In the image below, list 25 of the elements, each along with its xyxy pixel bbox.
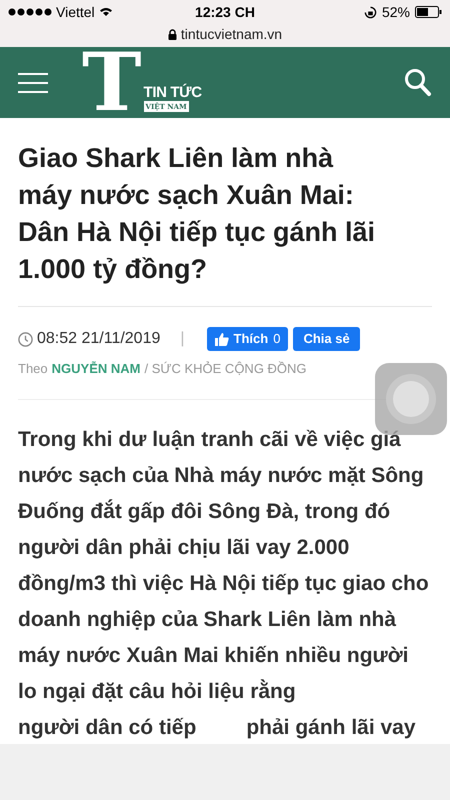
lock-icon [168, 29, 177, 40]
author-link[interactable]: NGUYỄN NAM [52, 359, 140, 378]
url-text[interactable]: tintucvietnam.vn [180, 24, 282, 45]
lead-text: phải gánh lãi vay [246, 714, 416, 740]
like-button[interactable]: Thích 0 [206, 327, 288, 351]
logo-letter[interactable]: T [82, 50, 142, 112]
clock-time: 12:23 CH [194, 2, 256, 22]
meta-separator: | [180, 329, 185, 349]
category-link[interactable]: / SỨC KHỎE CỘNG ĐỒNG [144, 359, 307, 378]
wifi-icon [98, 7, 113, 17]
share-button[interactable]: Chia sẻ [293, 327, 360, 351]
carrier-name: Viettel [56, 2, 95, 22]
publish-time: 08:52 21/11/2019 [37, 329, 160, 349]
rotation-lock-icon [364, 6, 377, 18]
thumbs-up-icon [214, 332, 229, 346]
clock-icon [18, 332, 33, 346]
search-icon[interactable] [404, 68, 432, 98]
logo-title: TIN TỨC [144, 85, 202, 101]
lead-text: người dân có tiếp [18, 714, 196, 740]
signal-icon [8, 8, 52, 16]
article-title: Giao Shark Liên làm nhà máy nước sạch Xuân Mai: Dân Hà Nội tiếp tục gánh lãi 1.000 tỷ đồng? [18, 140, 432, 307]
battery-percent: 52% [382, 2, 410, 22]
menu-button[interactable] [18, 72, 48, 92]
byline-prefix: Theo [18, 360, 48, 378]
battery-icon [415, 6, 442, 18]
